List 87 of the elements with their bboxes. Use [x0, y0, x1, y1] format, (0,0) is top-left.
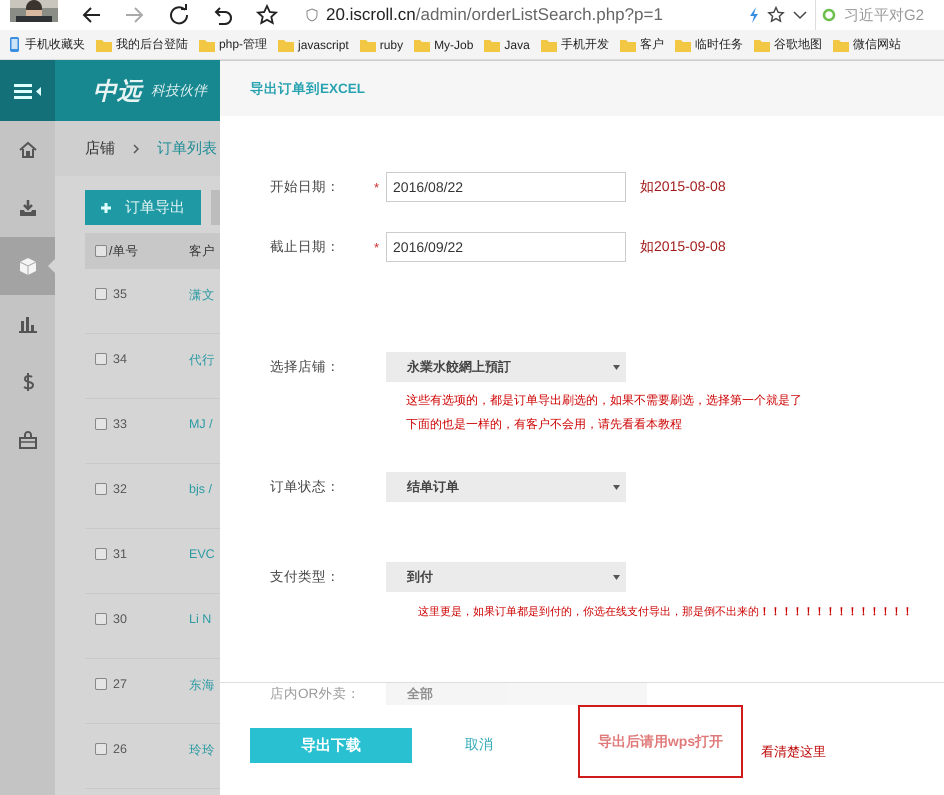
bookmark-link[interactable]: ruby	[380, 38, 404, 52]
folder-icon	[674, 37, 691, 52]
field-label: 支付类型：	[270, 568, 341, 586]
bookmark-link[interactable]: My-Job	[434, 38, 474, 52]
dropdown-arrow-icon	[613, 484, 620, 490]
checkbox[interactable]	[95, 613, 107, 625]
bookmark-link[interactable]: php-管理	[219, 36, 268, 53]
reload-icon[interactable]	[168, 4, 190, 26]
star-icon[interactable]	[767, 6, 785, 24]
phone-icon	[8, 37, 21, 52]
folder-icon	[832, 37, 849, 52]
hint-text: 如2015-09-08	[640, 238, 726, 256]
dropdown-arrow-icon	[613, 364, 620, 370]
bookmark-link[interactable]: 手机开发	[560, 36, 609, 53]
select-dropdown[interactable]: 到付	[386, 562, 626, 592]
table-cell: 31	[113, 547, 127, 561]
bookmark-link[interactable]: 微信网站	[852, 36, 901, 53]
folder-icon	[540, 37, 557, 52]
date-field[interactable]: 2016/09/22	[386, 232, 626, 262]
home-icon	[18, 141, 36, 159]
sidebar-item[interactable]	[0, 237, 55, 295]
folder-icon	[360, 37, 376, 52]
table-cell: 27	[113, 677, 127, 691]
field-label: 开始日期：	[270, 178, 341, 196]
shield-icon	[306, 8, 318, 22]
folder-icon	[620, 37, 636, 52]
field-label: 截止日期：	[270, 238, 341, 256]
note-text: 下面的也是一样的，有客户不会用，请先看看本教程	[406, 416, 683, 433]
folder-icon	[199, 37, 215, 52]
download-icon	[18, 199, 36, 217]
checkbox[interactable]	[95, 743, 107, 755]
checkbox[interactable]	[95, 288, 107, 300]
logo-subtitle: 科技伙伴	[151, 82, 207, 100]
table-cell: 33	[113, 417, 127, 431]
note-text: 这些有选项的，都是订单导出刷选的，如果不需要刷选，选择第一个就是了	[406, 392, 803, 409]
checkbox[interactable]	[95, 245, 107, 257]
url-text: 20.iscroll.cn/admin/orderListSearch.php?p=1	[326, 5, 663, 25]
column-header: /单号	[109, 242, 138, 260]
table-cell: 34	[113, 352, 127, 366]
note-text: 这里更是，如果订单都是到付的，你选在线支付导出，那是倒不出来的！！！！！！！！！！！！！！	[418, 606, 914, 618]
required-mark: *	[374, 180, 380, 194]
table-cell: 35	[113, 287, 127, 301]
dropdown-arrow-icon	[613, 574, 620, 580]
folder-icon	[96, 37, 112, 52]
field-label: 订单状态：	[270, 478, 341, 496]
hint-text: 如2015-08-08	[640, 178, 726, 196]
required-mark: *	[374, 240, 380, 254]
dialog-title: 导出订单到EXCEL	[250, 80, 366, 98]
bookmark-link[interactable]: 我的后台登陆	[116, 36, 188, 53]
breadcrumb-link[interactable]: 店铺	[85, 139, 115, 158]
date-field[interactable]: 2016/08/22	[386, 172, 626, 202]
cube-icon	[18, 257, 36, 275]
folder-icon	[484, 37, 500, 52]
menu-toggle[interactable]	[0, 60, 55, 121]
bag-icon	[18, 431, 36, 449]
chevron-icon[interactable]	[793, 10, 807, 20]
table-cell: 26	[113, 742, 127, 756]
bookmark-link[interactable]: Java	[504, 38, 530, 52]
boxed-note: 导出后请用wps打开	[578, 705, 743, 778]
select-dropdown[interactable]: 结单订单	[386, 472, 626, 502]
circle-icon	[822, 8, 836, 22]
menu-icon	[14, 82, 42, 98]
field-label: 选择店铺：	[270, 358, 341, 376]
select-dropdown[interactable]: 永業水餃網上預訂	[386, 352, 626, 382]
table-cell: 30	[113, 612, 127, 626]
field-label: 店内OR外卖：	[270, 685, 362, 703]
table-cell: 32	[113, 482, 127, 496]
checkbox[interactable]	[95, 418, 107, 430]
star-icon[interactable]	[256, 4, 278, 26]
bookmark-link[interactable]: 临时任务	[694, 36, 743, 53]
checkbox[interactable]	[95, 548, 107, 560]
lightning-icon[interactable]	[749, 7, 759, 23]
bookmark-link[interactable]: 谷歌地图	[774, 36, 822, 53]
folder-icon	[278, 37, 294, 52]
folder-icon	[754, 37, 770, 52]
note-text: 看清楚这里	[761, 742, 826, 760]
folder-icon	[414, 37, 430, 52]
bar-chart-icon	[18, 315, 36, 333]
checkbox[interactable]	[95, 353, 107, 365]
checkbox[interactable]	[95, 678, 107, 690]
plus-icon	[101, 202, 111, 212]
bookmark-link[interactable]: 手机收藏夹	[25, 36, 85, 53]
chevron-right-icon	[133, 144, 139, 154]
checkbox[interactable]	[95, 483, 107, 495]
bookmark-link[interactable]: javascript	[298, 38, 349, 52]
bookmark-link[interactable]: 客户	[640, 36, 664, 53]
column-header: 客户	[189, 242, 215, 260]
